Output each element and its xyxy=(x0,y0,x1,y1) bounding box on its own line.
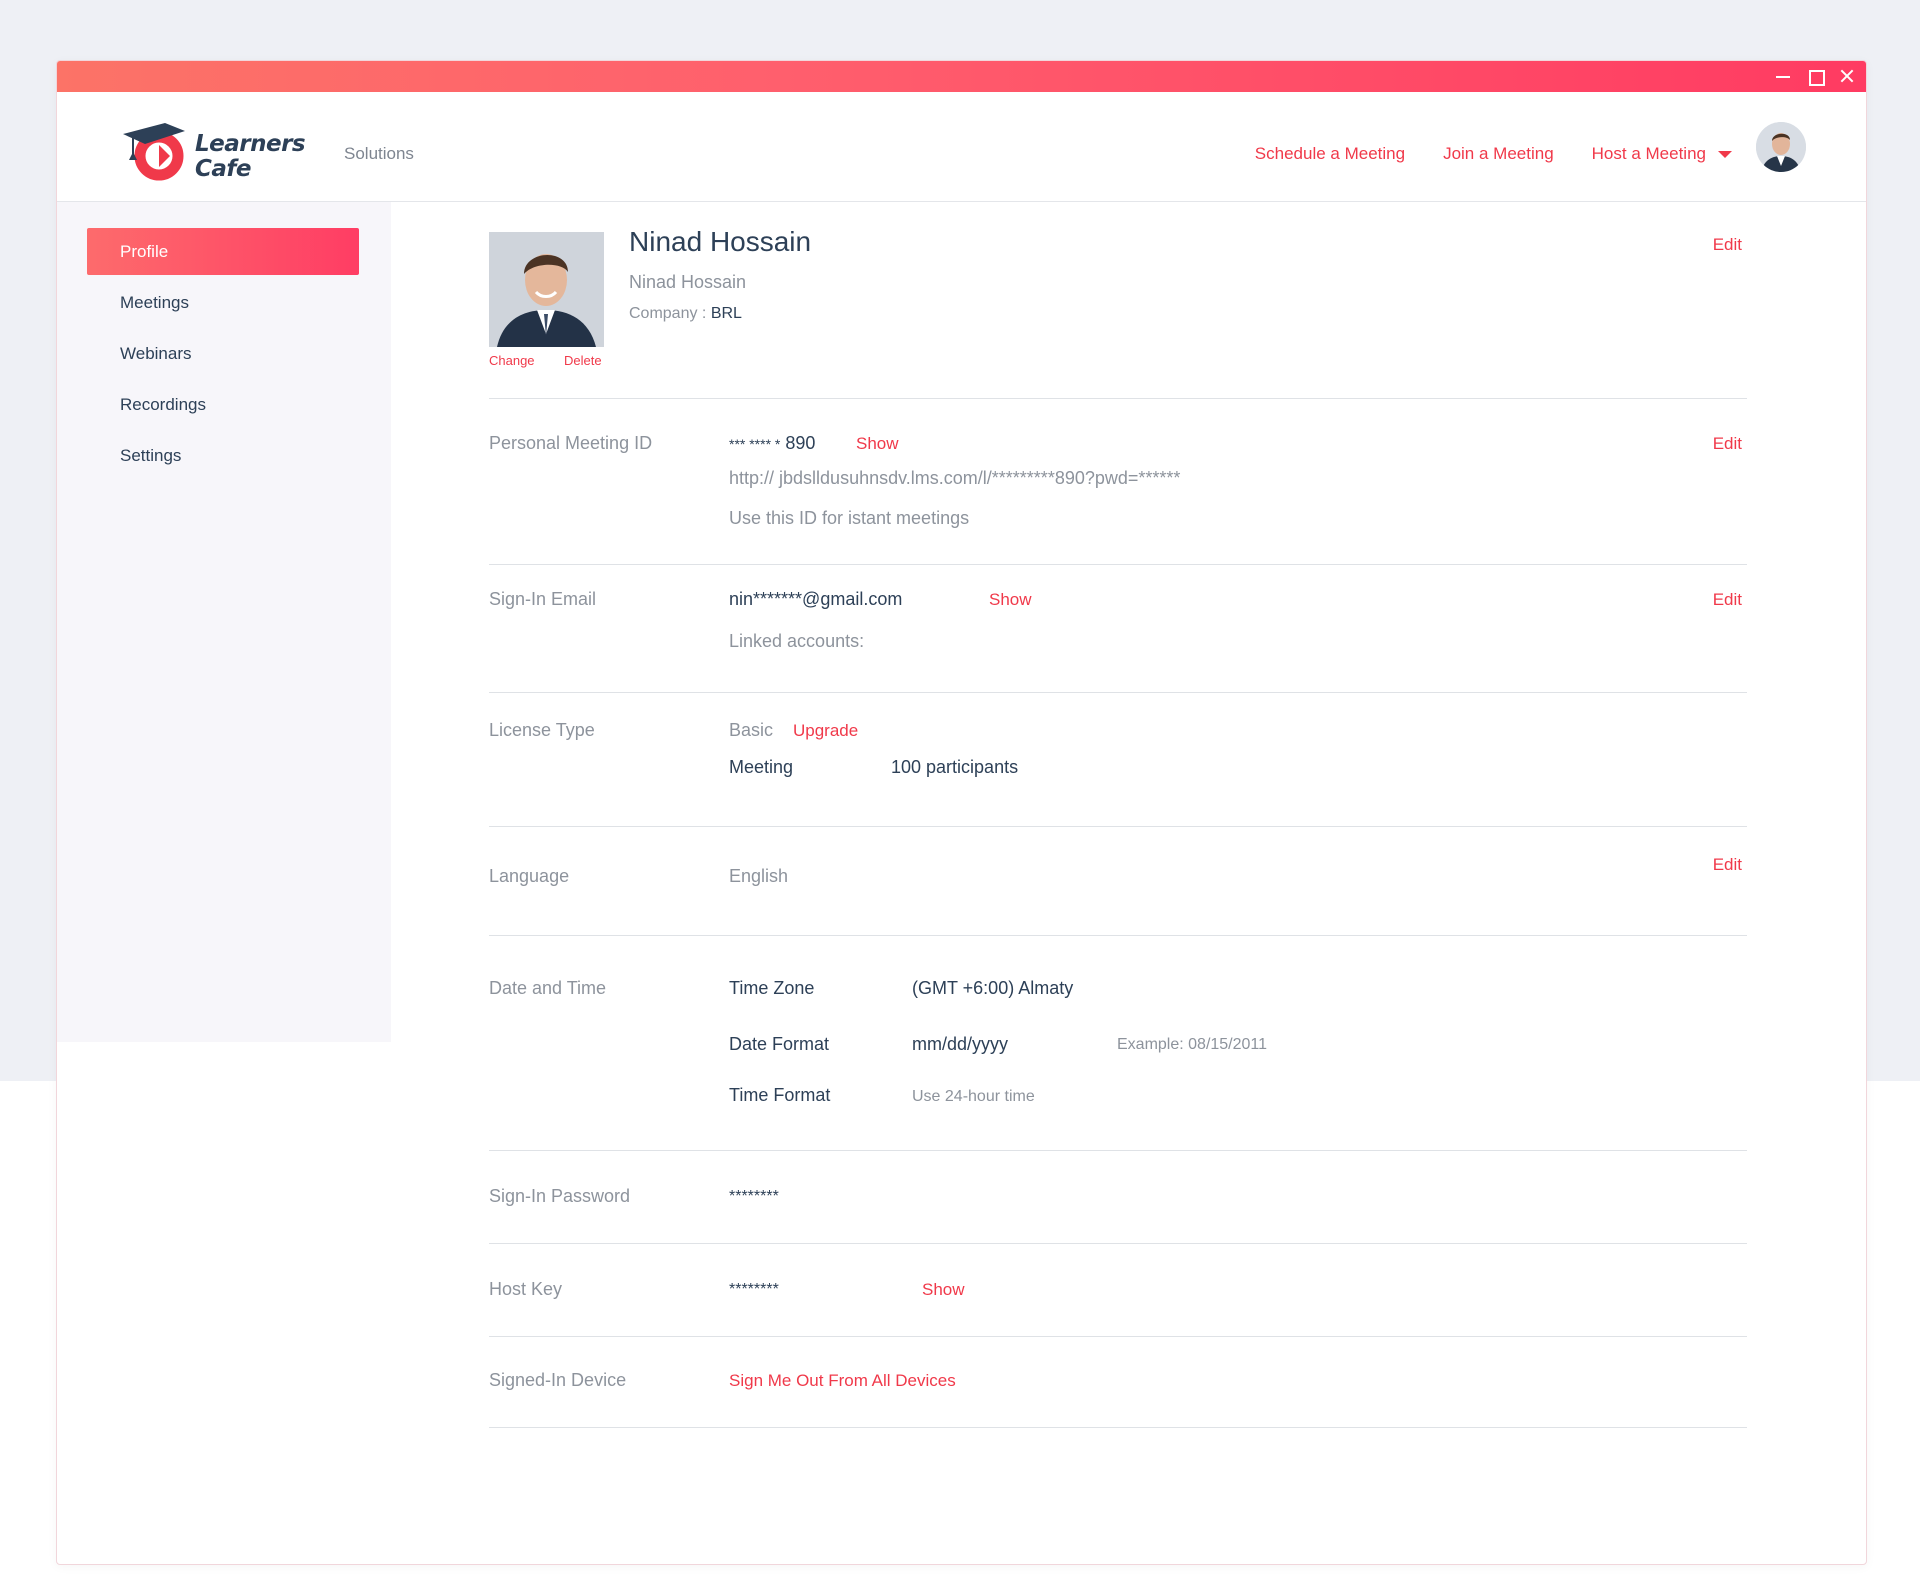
timezone-label: Time Zone xyxy=(729,978,815,998)
host-meeting-dropdown[interactable]: Host a Meeting xyxy=(1592,144,1732,164)
delete-photo-link[interactable]: Delete xyxy=(564,353,602,368)
divider xyxy=(489,826,1747,827)
app-window: Learners Cafe Solutions Schedule a Meeti… xyxy=(56,60,1867,1565)
linked-accounts: Linked accounts: xyxy=(729,631,865,651)
show-email-button[interactable]: Show xyxy=(989,590,1032,610)
divider xyxy=(489,1150,1747,1151)
profile-name: Ninad Hossain xyxy=(629,226,812,257)
meeting-id-hint: Use this ID for istant meetings xyxy=(729,508,970,528)
timezone-value: (GMT +6:00) Almaty xyxy=(912,978,1074,998)
time-format-label: Time Format xyxy=(729,1085,831,1105)
meeting-id-tail: 890 xyxy=(785,433,816,453)
window-controls xyxy=(1774,67,1856,86)
edit-meeting-id-button[interactable]: Edit xyxy=(1713,434,1742,454)
avatar[interactable] xyxy=(1756,122,1806,172)
profile-company: Company : BRL xyxy=(629,305,742,323)
top-nav-links: Schedule a Meeting Join a Meeting Host a… xyxy=(1255,144,1732,164)
divider xyxy=(489,1243,1747,1244)
sidebar-item-recordings[interactable]: Recordings xyxy=(87,381,359,428)
profile-display-name: Ninad Hossain xyxy=(629,272,747,292)
sidebar-item-webinars[interactable]: Webinars xyxy=(87,330,359,377)
sidebar-item-profile[interactable]: Profile xyxy=(87,228,359,275)
language-value: English xyxy=(729,866,789,886)
upgrade-button[interactable]: Upgrade xyxy=(793,721,858,741)
email-label: Sign-In Email xyxy=(489,589,597,609)
datetime-label: Date and Time xyxy=(489,978,607,998)
user-avatar-icon xyxy=(1756,122,1806,172)
date-format-example: Example: 08/15/2011 xyxy=(1117,1036,1268,1053)
chevron-down-icon xyxy=(1718,151,1732,159)
nav-solutions[interactable]: Solutions xyxy=(344,144,414,164)
sign-out-all-devices-button[interactable]: Sign Me Out From All Devices xyxy=(729,1371,956,1391)
host-key-label: Host Key xyxy=(489,1279,563,1299)
close-icon[interactable] xyxy=(1838,67,1856,85)
logo[interactable]: Learners Cafe xyxy=(119,114,319,194)
language-label: Language xyxy=(489,866,570,886)
meeting-id-value: *** **** * 890 xyxy=(729,433,815,454)
host-meeting-label: Host a Meeting xyxy=(1591,144,1706,163)
divider xyxy=(489,398,1747,399)
password-value: ******** xyxy=(729,1188,779,1205)
company-value: BRL xyxy=(710,305,742,322)
logo-icon xyxy=(123,123,185,181)
profile-photo xyxy=(489,232,604,347)
date-format-label: Date Format xyxy=(729,1034,830,1054)
change-photo-link[interactable]: Change xyxy=(489,353,535,368)
show-host-key-button[interactable]: Show xyxy=(922,1280,965,1300)
email-value: nin*******@gmail.com xyxy=(729,589,903,609)
meeting-id-mask: *** **** * xyxy=(729,436,781,452)
show-meeting-id-button[interactable]: Show xyxy=(856,434,899,454)
join-meeting-link[interactable]: Join a Meeting xyxy=(1443,144,1554,164)
device-label: Signed-In Device xyxy=(489,1370,627,1390)
meeting-id-label: Personal Meeting ID xyxy=(489,433,653,453)
company-label: Company : xyxy=(629,305,707,322)
license-value: Basic xyxy=(729,720,774,740)
top-header: Learners Cafe Solutions Schedule a Meeti… xyxy=(57,92,1866,202)
divider xyxy=(489,564,1747,565)
license-label: License Type xyxy=(489,720,595,740)
divider xyxy=(489,1336,1747,1337)
sidebar-item-settings[interactable]: Settings xyxy=(87,432,359,479)
host-key-value: ******** xyxy=(729,1281,779,1298)
divider xyxy=(489,1427,1747,1428)
license-meeting-label: Meeting xyxy=(729,757,794,777)
title-bar xyxy=(57,61,1866,92)
logo-line-2: Cafe xyxy=(195,156,252,182)
time-format-value: Use 24-hour time xyxy=(912,1088,1035,1105)
sidebar-item-meetings[interactable]: Meetings xyxy=(87,279,359,326)
logo-wordmark: Learners Cafe xyxy=(195,131,306,182)
edit-profile-button[interactable]: Edit xyxy=(1713,235,1742,255)
edit-email-button[interactable]: Edit xyxy=(1713,590,1742,610)
maximize-icon[interactable] xyxy=(1806,67,1825,86)
edit-language-button[interactable]: Edit xyxy=(1713,855,1742,875)
schedule-meeting-link[interactable]: Schedule a Meeting xyxy=(1255,144,1405,164)
sidebar: Profile Meetings Webinars Recordings Set… xyxy=(57,202,391,1042)
date-format-value: mm/dd/yyyy xyxy=(912,1034,1009,1054)
meeting-url: http:// jbdslldusuhnsdv.lms.com/l/******… xyxy=(729,468,1181,488)
logo-line-1: Learners xyxy=(195,131,306,157)
password-label: Sign-In Password xyxy=(489,1186,631,1206)
divider xyxy=(489,935,1747,936)
license-participants: 100 participants xyxy=(891,757,1019,777)
profile-photo-icon xyxy=(489,232,604,347)
divider xyxy=(489,692,1747,693)
minimize-icon[interactable] xyxy=(1774,67,1792,85)
